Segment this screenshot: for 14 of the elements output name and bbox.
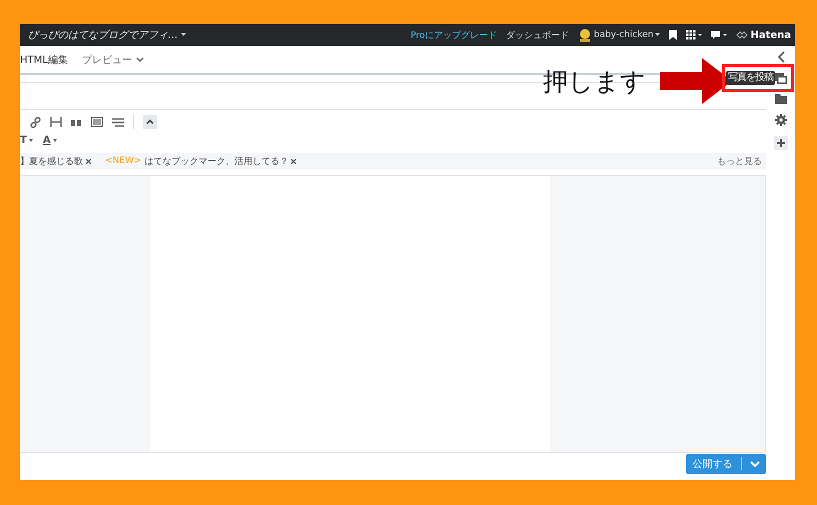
nav-link[interactable]: Proにアップグレード [410,28,497,42]
editor-tab[interactable]: プレビュー [82,52,144,66]
annotation-text: 押します [543,66,646,98]
more-link[interactable]: もっと見る [717,154,762,168]
suggestion-link[interactable]: <NEW> はてなブックマーク、活用してる？ [105,154,296,168]
user-menu[interactable]: baby-chicken [578,28,660,42]
suggestion-link[interactable]: 】夏を感じる歌 [20,154,91,168]
editor-tab[interactable]: HTML編集 [20,52,68,66]
format-button[interactable]: A [42,133,57,147]
brand-logo[interactable]: Hatena [736,30,791,40]
tooltip: 写真を投稿 [726,71,775,85]
blog-title-menu[interactable]: ぴっぴのはてなブログでアフィ… [28,28,186,42]
nav-link[interactable]: ダッシュボード [506,28,569,42]
format-button[interactable]: T [20,133,33,147]
